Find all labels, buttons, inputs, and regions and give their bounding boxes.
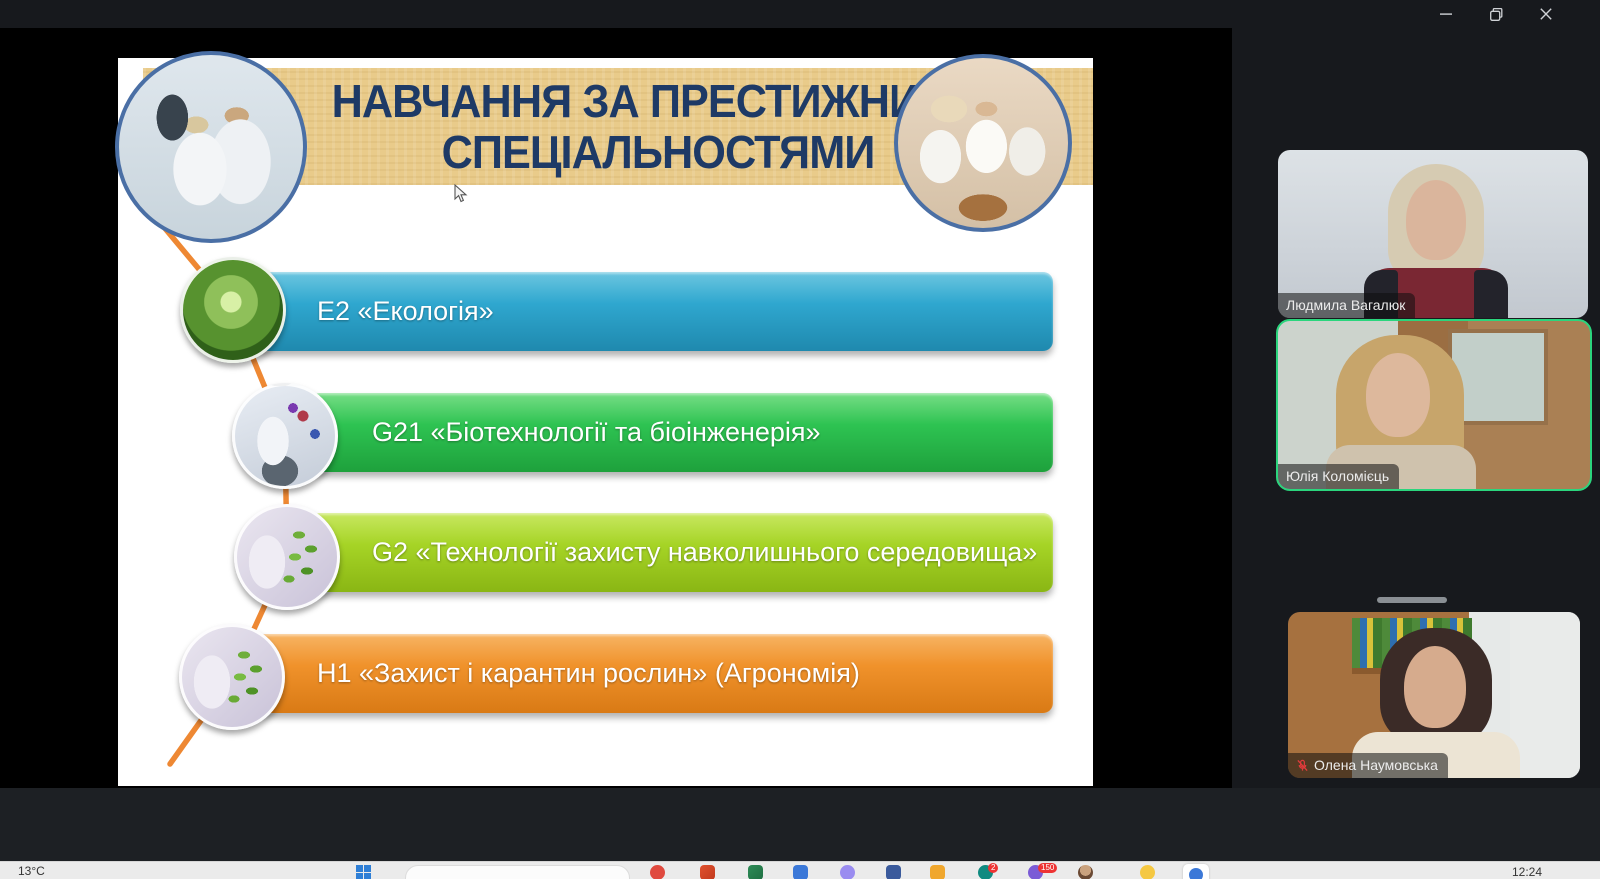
taskbar-clock[interactable]: 12:24 [1512, 865, 1542, 879]
specialty-label: G2 «Технології захисту навколишнього сер… [372, 537, 1038, 567]
start-button[interactable] [356, 865, 371, 879]
user-avatar-icon[interactable] [1078, 865, 1093, 879]
presentation-slide: НАВЧАННЯ ЗА ПРЕСТИЖНИМИ СПЕЦІАЛЬНОСТЯМИ … [115, 51, 1093, 786]
participant-video-yuliia[interactable]: Юлія Коломієць [1276, 319, 1592, 491]
active-app-button[interactable] [1183, 864, 1209, 879]
specialty-bar-biotech: G21 «Біотехнології та біоінженерія» [310, 393, 1053, 472]
close-icon [1540, 8, 1552, 20]
taskbar-app-icon-5[interactable] [840, 865, 855, 879]
biotech-photo-circle [232, 383, 338, 489]
specialty-label: G21 «Біотехнології та біоінженерія» [372, 417, 821, 447]
env-photo-circle [234, 504, 340, 610]
thumbnail-drag-handle[interactable] [1377, 597, 1447, 603]
participant-video-olena[interactable]: Олена Наумовська [1288, 612, 1580, 778]
participant-name: Людмила Вагалюк [1286, 297, 1406, 313]
taskbar-app-icon-4[interactable] [793, 865, 808, 879]
windows-taskbar: 13°C 2 150 12:24 [0, 861, 1600, 879]
minimize-icon [1440, 13, 1452, 15]
taskbar-app-icon-1[interactable] [650, 865, 665, 879]
participant-name: Олена Наумовська [1314, 757, 1438, 773]
participant-name: Юлія Коломієць [1286, 468, 1390, 484]
specialty-bar-env-protection: G2 «Технології захисту навколишнього сер… [310, 513, 1053, 592]
specialty-label: H1 «Захист і карантин рослин» (Агрономія… [317, 658, 860, 688]
taskbar-app-icon-3[interactable] [748, 865, 763, 879]
active-app-icon [1189, 868, 1203, 879]
notification-badge: 150 [1038, 863, 1058, 873]
restore-button[interactable] [1476, 0, 1516, 28]
plant-photo-circle [179, 624, 285, 730]
taskbar-app-icon-2[interactable] [700, 865, 715, 879]
taskbar-app-icon-7[interactable] [930, 865, 945, 879]
specialty-label: E2 «Екологія» [317, 296, 494, 326]
students-photo-circle [894, 54, 1072, 232]
restore-icon [1489, 7, 1502, 21]
taskbar-app-icon-6[interactable] [886, 865, 901, 879]
participant-name-label: Олена Наумовська [1288, 753, 1448, 778]
lab-photo-circle [115, 51, 307, 243]
minimize-button[interactable] [1426, 0, 1466, 28]
meeting-window: НАВЧАННЯ ЗА ПРЕСТИЖНИМИ СПЕЦІАЛЬНОСТЯМИ … [0, 0, 1600, 879]
participant-video-lyudmyla[interactable]: Людмила Вагалюк [1278, 150, 1588, 318]
specialty-bar-ecology: E2 «Екологія» [255, 272, 1053, 351]
mic-muted-icon [1297, 759, 1308, 771]
specialty-bar-plant-protection: H1 «Захист і карантин рослин» (Агрономія… [255, 634, 1053, 713]
notification-badge: 2 [988, 863, 999, 873]
mouse-cursor [454, 184, 468, 203]
participant-name-label: Юлія Коломієць [1278, 464, 1400, 489]
taskbar-search-input[interactable] [405, 865, 630, 879]
close-button[interactable] [1526, 0, 1566, 28]
ecology-photo-circle [180, 257, 286, 363]
taskbar-app-icon-8[interactable] [1140, 865, 1155, 879]
app-background [0, 788, 1600, 861]
window-titlebar [0, 0, 1600, 28]
weather-temperature[interactable]: 13°C [18, 864, 45, 878]
participant-name-label: Людмила Вагалюк [1278, 293, 1416, 318]
